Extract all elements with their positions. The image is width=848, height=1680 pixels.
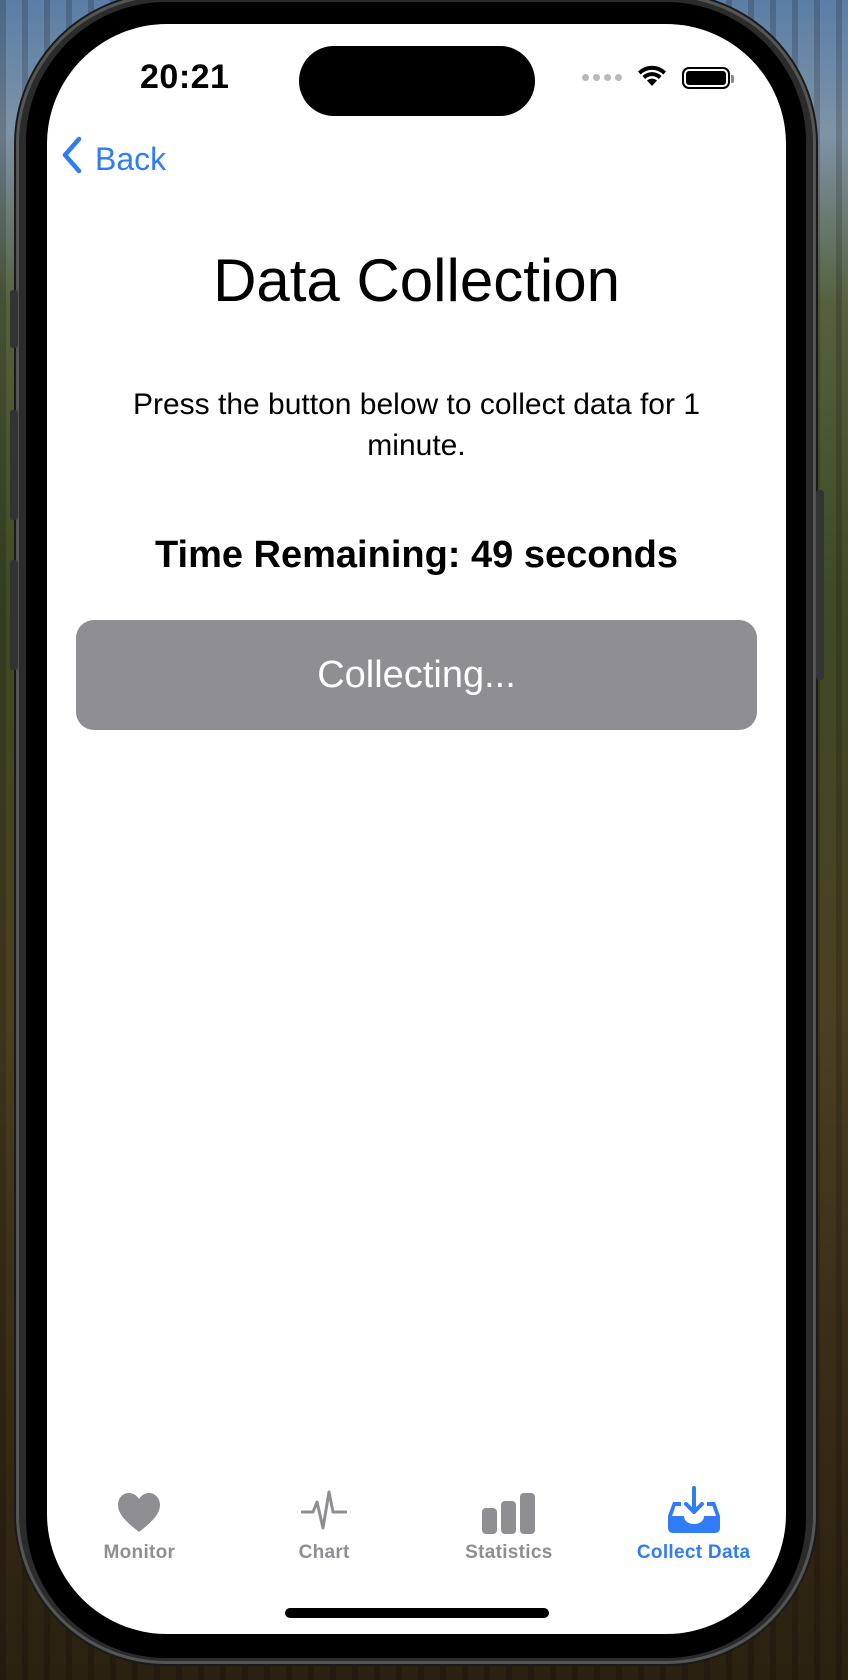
time-remaining-label: Time Remaining: 49 seconds — [154, 534, 679, 576]
tab-monitor[interactable]: Monitor — [47, 1484, 232, 1584]
cellular-signal-icon — [582, 74, 622, 81]
waveform-icon — [301, 1484, 348, 1534]
screen: 20:21 Back Data Collection Press the but… — [47, 24, 786, 1634]
tab-statistics[interactable]: Statistics — [417, 1484, 602, 1584]
wifi-icon — [636, 62, 668, 93]
side-button-volume-down — [10, 560, 18, 670]
battery-icon — [682, 66, 734, 89]
status-time: 20:21 — [140, 58, 230, 96]
side-button-mute — [10, 290, 18, 348]
tab-chart[interactable]: Chart — [232, 1484, 417, 1584]
bar-chart-icon — [481, 1484, 537, 1534]
side-button-power — [816, 490, 824, 680]
tab-bar: Monitor Chart Statistics Collect Data — [47, 1484, 786, 1584]
instructions-text: Press the button below to collect data f… — [133, 388, 700, 462]
back-button[interactable]: Back — [61, 136, 166, 182]
chevron-left-icon — [61, 136, 83, 182]
heart-icon — [116, 1484, 162, 1534]
dynamic-island — [299, 46, 535, 116]
tray-download-icon — [667, 1484, 721, 1534]
side-button-volume-up — [10, 410, 18, 520]
collect-button-label: Collecting... — [317, 653, 516, 696]
back-label: Back — [95, 140, 167, 177]
tab-label-statistics: Statistics — [465, 1542, 553, 1563]
tab-label-monitor: Monitor — [103, 1542, 176, 1563]
tab-collect-data[interactable]: Collect Data — [601, 1484, 786, 1584]
collect-data-button[interactable]: Collecting... — [76, 620, 757, 730]
page-title: Data Collection — [213, 247, 620, 314]
home-indicator[interactable] — [285, 1608, 549, 1618]
tab-label-chart: Chart — [298, 1542, 350, 1563]
tab-label-collect-data: Collect Data — [636, 1542, 751, 1563]
status-icons — [582, 62, 734, 93]
